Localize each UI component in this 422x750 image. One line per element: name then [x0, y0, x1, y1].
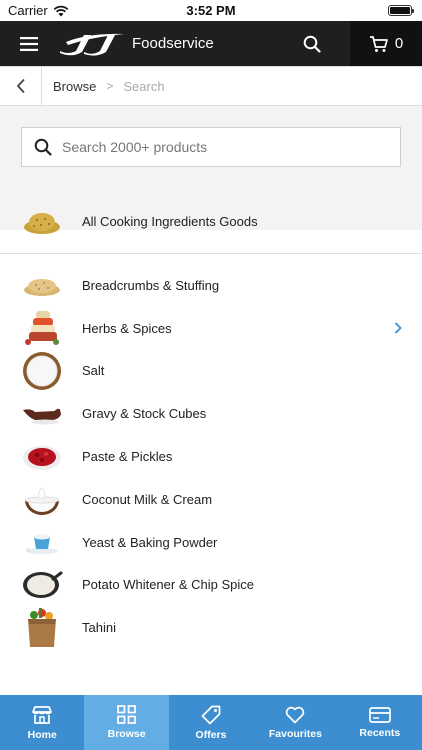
spice-jars-icon: [21, 309, 63, 347]
list-item[interactable]: Yeast & Baking Powder: [0, 521, 422, 564]
tab-browse[interactable]: Browse: [84, 695, 169, 750]
list-item[interactable]: Herbs & Spices: [0, 307, 422, 350]
top-navbar: Foodservice 0: [0, 21, 422, 66]
list-item-label: Tahini: [82, 620, 116, 636]
list-item[interactable]: Gravy & Stock Cubes: [0, 392, 422, 435]
salt-bowl-icon: [21, 351, 63, 390]
tab-favourites[interactable]: Favourites: [253, 695, 337, 750]
tab-home[interactable]: Home: [0, 695, 84, 750]
list-item-label: Paste & Pickles: [82, 449, 173, 465]
hamburger-icon: [20, 36, 38, 51]
store-icon: [32, 705, 53, 724]
breadcrumb-current: Search: [123, 78, 165, 94]
list-item-label: Potato Whitener & Chip Spice: [82, 577, 254, 593]
status-time: 3:52 PM: [186, 3, 236, 18]
tab-offers[interactable]: Offers: [169, 695, 253, 750]
list-item-label: Coconut Milk & Cream: [82, 491, 213, 507]
tag-icon: [201, 705, 221, 724]
breadcrumb-browse-link[interactable]: Browse: [53, 79, 96, 94]
jj-logo-mark: [60, 33, 124, 56]
back-button[interactable]: [0, 67, 42, 105]
search-icon: [303, 35, 321, 53]
list-item[interactable]: Potato Whitener & Chip Spice: [0, 564, 422, 607]
carrier-label: Carrier: [8, 3, 48, 18]
status-left: Carrier: [8, 3, 69, 18]
chevron-right-icon: [394, 322, 402, 334]
bottom-tab-bar: Home Browse Offers Favourites Recents: [0, 695, 422, 750]
baking-powder-icon: [21, 523, 63, 561]
brand-logo[interactable]: Foodservice: [58, 31, 214, 57]
list-item[interactable]: Breadcrumbs & Stuffing: [0, 264, 422, 307]
all-category-item[interactable]: All Cooking Ingredients Goods: [0, 190, 422, 254]
coconut-icon: [21, 480, 63, 518]
list-item-label: Gravy & Stock Cubes: [82, 406, 207, 422]
search-box[interactable]: [21, 127, 401, 167]
brand-name: Foodservice: [132, 35, 214, 52]
list-item-label: Salt: [82, 363, 105, 379]
pickles-dish-icon: [21, 438, 63, 476]
list-item-label: Breadcrumbs & Stuffing: [82, 277, 220, 293]
tab-label: Browse: [107, 728, 146, 740]
heart-icon: [286, 706, 305, 723]
list-item[interactable]: Salt: [0, 350, 422, 393]
breadcrumb: Browse > Search: [0, 66, 422, 106]
chevron-left-icon: [16, 78, 25, 94]
list-item[interactable]: Paste & Pickles: [0, 435, 422, 478]
cart-count: 0: [394, 35, 404, 52]
breadcrumbs-icon: [21, 266, 63, 304]
all-category-label: All Cooking Ingredients Goods: [82, 214, 258, 229]
list-item-label: Herbs & Spices: [82, 320, 172, 336]
cart-icon: [369, 35, 388, 52]
battery-icon: [388, 5, 414, 16]
card-icon: [368, 706, 391, 723]
grid-icon: [117, 705, 136, 724]
tab-label: Offers: [195, 728, 227, 741]
cart-button[interactable]: 0: [350, 21, 422, 66]
tab-label: Favourites: [268, 727, 322, 740]
header-search-button[interactable]: [289, 21, 334, 66]
wifi-icon: [53, 5, 69, 16]
status-bar: Carrier 3:52 PM: [0, 0, 422, 21]
grocery-bag-icon: [21, 607, 63, 647]
white-powder-scoop-icon: [21, 566, 63, 604]
tab-label: Home: [27, 728, 57, 741]
tab-recents[interactable]: Recents: [338, 695, 422, 750]
list-item-label: Yeast & Baking Powder: [82, 534, 218, 550]
list-item[interactable]: Coconut Milk & Cream: [0, 478, 422, 521]
search-input[interactable]: [62, 139, 382, 155]
category-list: All Cooking Ingredients Goods Breadcrumb…: [0, 190, 422, 649]
tab-label: Recents: [359, 726, 401, 739]
gravy-boat-icon: [21, 395, 63, 433]
spice-powder-icon: [21, 203, 63, 241]
breadcrumb-separator: >: [106, 79, 114, 93]
menu-button[interactable]: [0, 21, 58, 66]
list-item[interactable]: Tahini: [0, 606, 422, 649]
search-icon: [34, 138, 52, 156]
